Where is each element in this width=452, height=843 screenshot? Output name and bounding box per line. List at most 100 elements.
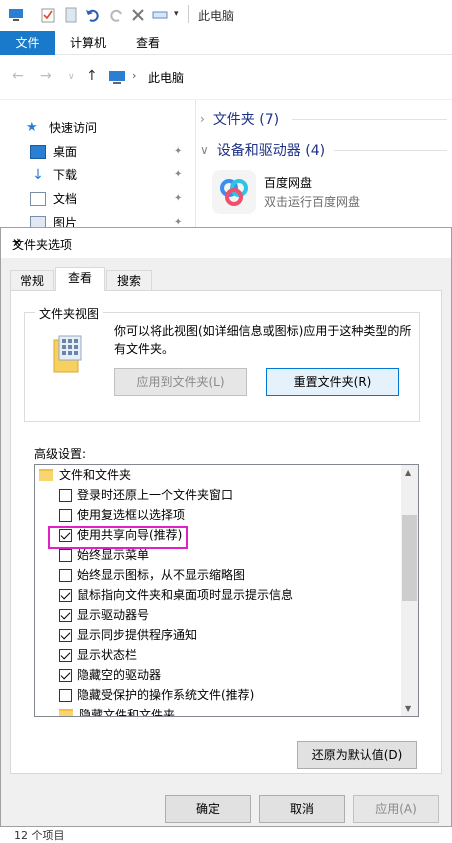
recent-locations-icon[interactable]: ∨ — [68, 72, 75, 82]
tab-view[interactable]: 查看 — [130, 31, 166, 55]
list-item-label: 显示驱动器号 — [77, 608, 150, 622]
pane-divider — [195, 100, 196, 227]
list-item-label: 隐藏空的驱动器 — [77, 668, 162, 682]
navigation-pane: ★ 快速访问 桌面 ✦ ↓ 下载 ✦ 文档 ✦ 图片 ✦ — [0, 100, 195, 235]
star-icon: ★ — [26, 120, 38, 135]
window-title: 此电脑 — [198, 9, 235, 23]
tab-view[interactable]: 查看 — [55, 267, 105, 291]
pin-icon[interactable]: ✦ — [174, 146, 182, 157]
cancel-button[interactable]: 取消 — [259, 795, 345, 823]
chevron-right-icon: › — [200, 112, 205, 126]
group-folders[interactable]: › 文件夹 (7) — [200, 109, 279, 129]
apply-button[interactable]: 应用(A) — [353, 795, 439, 823]
advanced-settings-list[interactable]: 文件和文件夹 登录时还原上一个文件夹窗口 使用复选框以选择项 使用共享向导(推荐… — [34, 464, 419, 717]
checkbox[interactable] — [59, 608, 72, 622]
back-icon[interactable]: ← — [12, 68, 24, 84]
group-label: 设备和驱动器 (4) — [216, 143, 326, 159]
undo-icon[interactable] — [85, 7, 101, 23]
checkbox[interactable] — [59, 628, 72, 642]
document-icon — [30, 192, 46, 206]
drive-description: 双击运行百度网盘 — [264, 195, 361, 209]
sidebar-item-documents[interactable]: 文档 — [30, 188, 77, 210]
reset-folders-button[interactable]: 重置文件夹(R) — [266, 368, 399, 396]
close-icon[interactable]: ✕ — [12, 236, 441, 250]
forward-icon[interactable]: → — [40, 68, 52, 84]
up-icon[interactable]: ↑ — [86, 68, 98, 84]
group-label: 文件夹 (7) — [212, 112, 280, 128]
breadcrumb-chevron-icon: › — [132, 69, 137, 82]
advanced-settings-label: 高级设置: — [34, 447, 87, 461]
scrollbar-thumb[interactable] — [402, 515, 417, 601]
scrollbar[interactable]: ▲ ▼ — [401, 465, 418, 716]
highlight-annotation — [48, 526, 188, 549]
sidebar-item-desktop[interactable]: 桌面 — [30, 141, 77, 163]
list-item-folder: 文件和文件夹 — [39, 465, 131, 485]
list-item-folder: 隐藏文件和文件夹 — [59, 705, 176, 717]
drive-item-baidu[interactable]: 百度网盘 双击运行百度网盘 — [210, 168, 450, 218]
list-item[interactable]: 鼠标指向文件夹和桌面项时显示提示信息 — [59, 585, 293, 605]
item-count: 12 个项目 — [14, 829, 65, 842]
sidebar-item-label: 文档 — [53, 192, 78, 206]
new-folder-icon[interactable] — [63, 7, 79, 23]
sidebar-item-downloads[interactable]: ↓ 下载 — [30, 164, 77, 186]
separator — [188, 5, 189, 23]
checkbox[interactable] — [59, 588, 72, 602]
properties-icon[interactable] — [40, 7, 56, 23]
checkbox[interactable] — [59, 548, 72, 562]
scroll-down-icon[interactable]: ▼ — [405, 704, 411, 713]
list-item-label: 显示状态栏 — [77, 648, 138, 662]
desktop-icon — [30, 145, 46, 159]
delete-icon[interactable] — [130, 7, 146, 23]
scroll-up-icon[interactable]: ▲ — [405, 468, 411, 477]
quick-access-toolbar: ▾ 此电脑 — [0, 0, 452, 31]
baidu-netdisk-icon — [212, 170, 256, 214]
sidebar-item-label: 下载 — [53, 168, 78, 182]
computer-icon — [109, 71, 125, 84]
checkbox[interactable] — [59, 688, 72, 702]
pin-icon[interactable]: ✦ — [174, 169, 182, 180]
group-devices[interactable]: ∨ 设备和驱动器 (4) — [200, 140, 325, 160]
list-item[interactable]: 显示驱动器号 — [59, 605, 149, 625]
folder-view-description: 你可以将此视图(如详细信息或图标)应用于这种类型的所有文件夹。 — [114, 324, 412, 356]
tab-general[interactable]: 常规 — [10, 270, 54, 292]
list-item-label: 显示同步提供程序通知 — [77, 628, 198, 642]
computer-icon[interactable] — [8, 7, 24, 23]
list-item-label: 隐藏受保护的操作系统文件(推荐) — [77, 688, 255, 702]
list-item[interactable]: 显示同步提供程序通知 — [59, 625, 197, 645]
ok-button[interactable]: 确定 — [165, 795, 251, 823]
list-item[interactable]: 始终显示图标，从不显示缩略图 — [59, 565, 245, 585]
apply-to-folders-button[interactable]: 应用到文件夹(L) — [114, 368, 247, 396]
customize-dropdown-icon[interactable]: ▾ — [174, 9, 179, 19]
tab-file[interactable]: 文件 — [0, 31, 55, 55]
restore-defaults-button[interactable]: 还原为默认值(D) — [297, 741, 417, 769]
list-item-label: 使用复选框以选择项 — [77, 508, 186, 522]
list-item[interactable]: 隐藏受保护的操作系统文件(推荐) — [59, 685, 254, 705]
checkbox[interactable] — [59, 488, 72, 502]
list-item[interactable]: 使用复选框以选择项 — [59, 505, 185, 525]
folder-icon — [59, 709, 73, 716]
list-item-label: 始终显示图标，从不显示缩略图 — [77, 568, 246, 582]
rename-icon[interactable] — [152, 7, 168, 23]
checkbox[interactable] — [59, 668, 72, 682]
download-icon: ↓ — [32, 167, 44, 183]
tab-search[interactable]: 搜索 — [106, 270, 152, 292]
pin-icon[interactable]: ✦ — [174, 193, 182, 204]
checkbox[interactable] — [59, 648, 72, 662]
checkbox[interactable] — [59, 568, 72, 582]
list-item[interactable]: 隐藏空的驱动器 — [59, 665, 161, 685]
drive-name: 百度网盘 — [264, 176, 313, 190]
list-item-label: 隐藏文件和文件夹 — [79, 708, 176, 717]
sidebar-item-quick-access[interactable]: ★ 快速访问 — [26, 117, 97, 139]
folder-icon — [39, 469, 53, 481]
tab-computer[interactable]: 计算机 — [64, 31, 112, 55]
breadcrumb[interactable]: 此电脑 — [148, 69, 184, 86]
folder-view-icon — [53, 335, 82, 373]
dialog-titlebar[interactable]: 文件夹选项 ✕ — [1, 228, 451, 258]
folder-options-dialog: 文件夹选项 ✕ 常规 查看 搜索 文件夹视图 你可以将此视图(如详细信息或图标)… — [0, 227, 452, 827]
list-item-label: 鼠标指向文件夹和桌面项时显示提示信息 — [77, 588, 294, 602]
redo-icon[interactable] — [108, 7, 124, 23]
list-item[interactable]: 登录时还原上一个文件夹窗口 — [59, 485, 233, 505]
checkbox[interactable] — [59, 508, 72, 522]
list-item-label: 登录时还原上一个文件夹窗口 — [77, 488, 234, 502]
list-item[interactable]: 显示状态栏 — [59, 645, 137, 665]
